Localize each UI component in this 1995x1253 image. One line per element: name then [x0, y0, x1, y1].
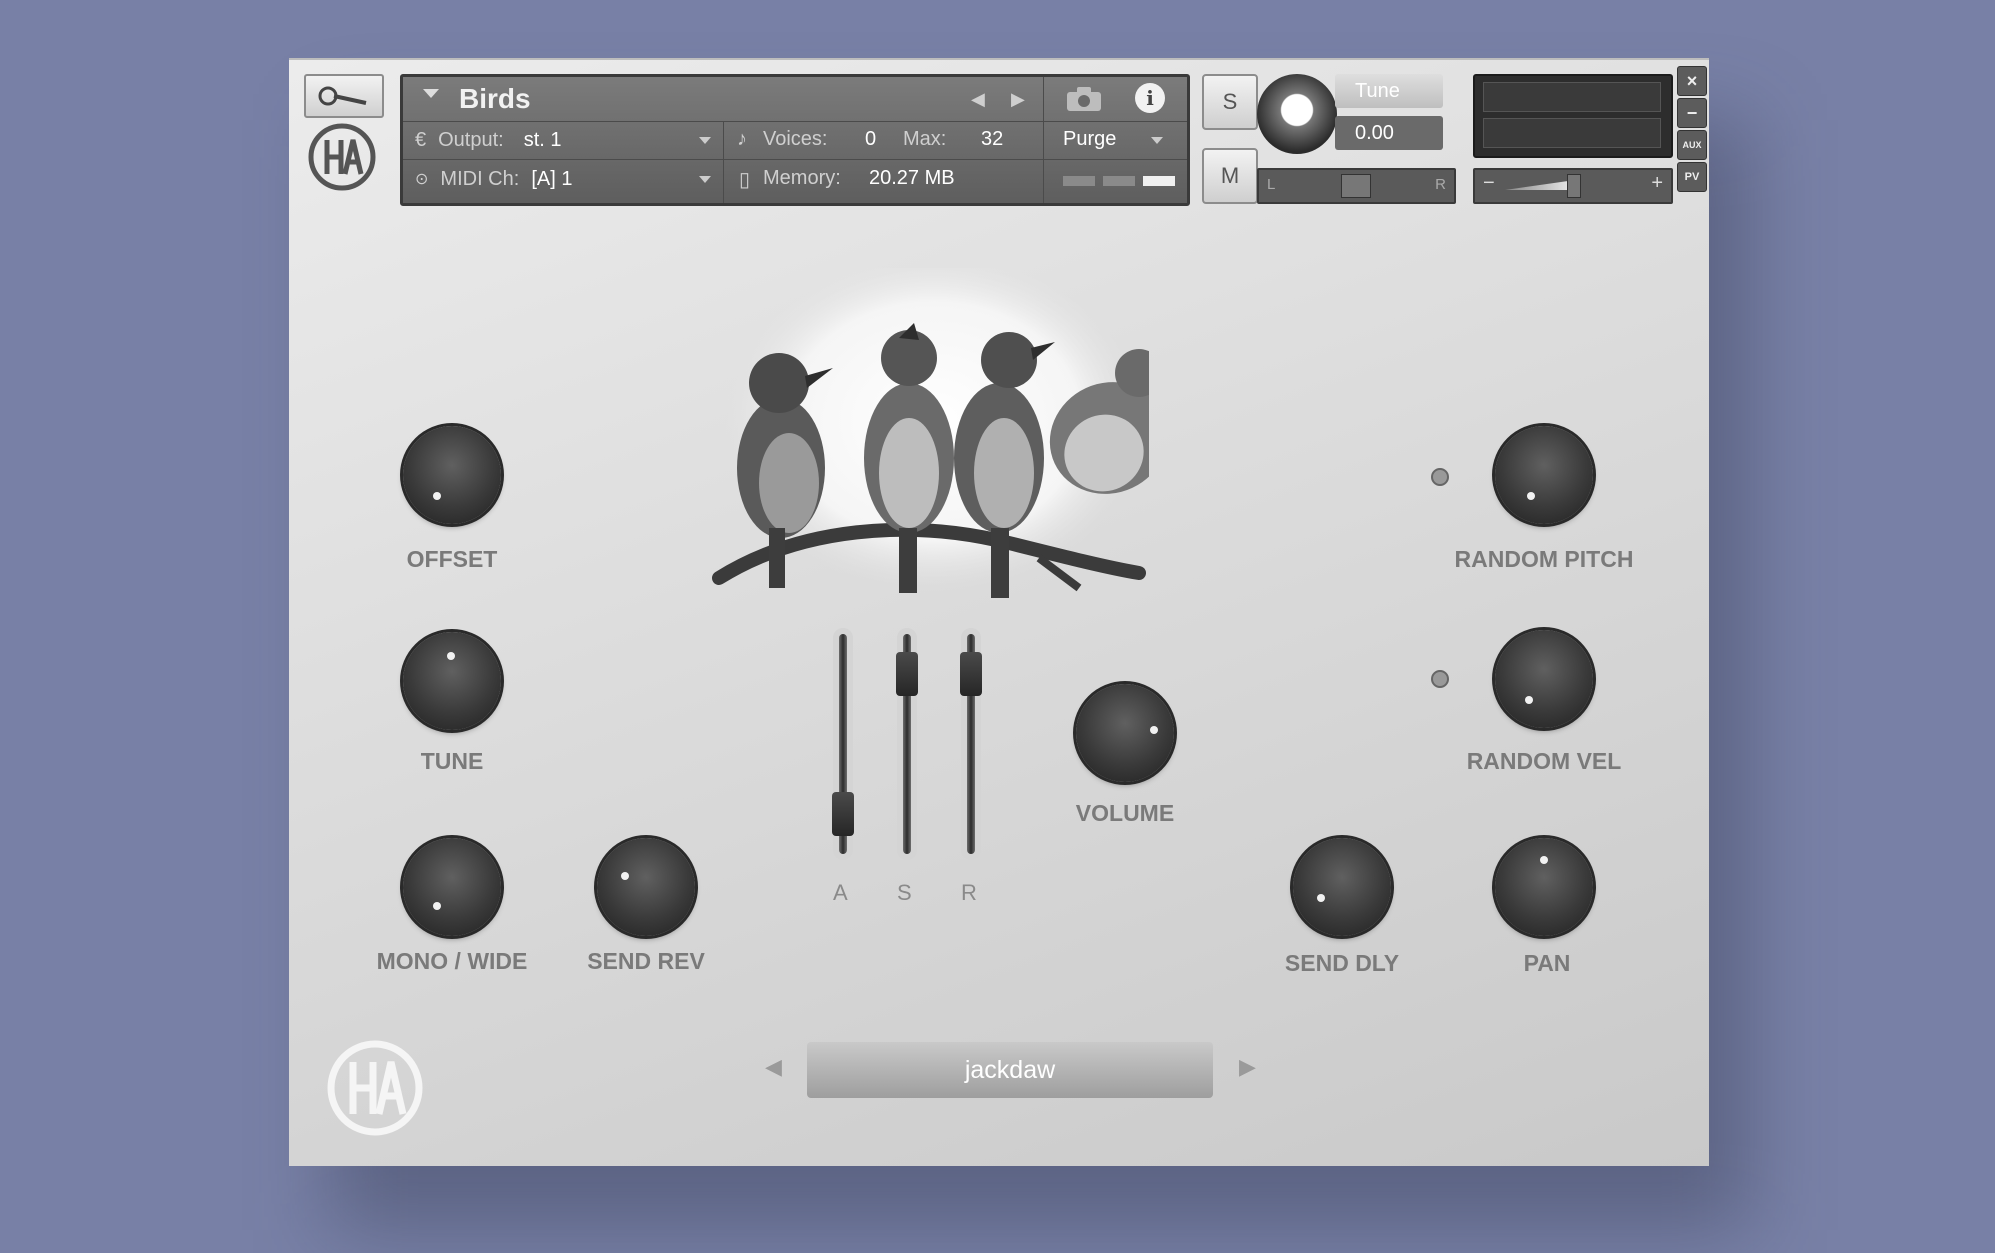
tune-knob[interactable] [403, 632, 501, 730]
voices-icon: ♪ [737, 128, 747, 150]
tune-value[interactable]: 0.00 [1335, 116, 1443, 150]
instrument-header: Birds ◀ ▶ i € Output: st. 1 ♪ Voices: 0 … [400, 74, 1190, 206]
preset-prev-button[interactable]: ◀ [765, 1054, 782, 1080]
output-label: Output: [438, 128, 504, 151]
attack-slider-thumb[interactable] [832, 792, 854, 837]
pan-slider[interactable]: L R [1257, 168, 1456, 204]
preset-display[interactable]: jackdaw [807, 1042, 1213, 1098]
midi-label: MIDI Ch: [440, 167, 520, 190]
purge-dropdown-icon[interactable] [1151, 137, 1163, 144]
midi-icon: ⊙ [415, 171, 429, 188]
voices-value: 0 [865, 128, 877, 150]
output-dropdown-icon[interactable] [699, 137, 711, 144]
send-rev-knob[interactable] [597, 838, 695, 936]
load-indicator-3 [1143, 176, 1175, 186]
random-vel-label: RANDOM VEL [1466, 748, 1622, 774]
output-value[interactable]: st. 1 [524, 129, 562, 152]
title-row: Birds ◀ ▶ i [403, 77, 1187, 203]
tune-knob-header[interactable] [1257, 74, 1337, 154]
level-meter [1473, 74, 1673, 158]
memory-value: 20.27 MB [869, 167, 955, 189]
random-vel-led[interactable] [1431, 670, 1449, 688]
tune-label: Tune [1335, 74, 1443, 108]
sustain-slider-thumb[interactable] [896, 651, 918, 696]
memory-label: Memory: [763, 167, 841, 189]
offset-label: OFFSET [406, 546, 498, 572]
camera-icon[interactable] [1065, 85, 1103, 113]
random-pitch-label: RANDOM PITCH [1454, 546, 1634, 572]
pan-right-label: R [1435, 176, 1446, 193]
collapse-icon[interactable] [423, 89, 439, 98]
voices-label: Voices: [763, 128, 828, 150]
release-slider-thumb[interactable] [960, 651, 982, 696]
offset-knob[interactable] [403, 426, 501, 524]
info-icon[interactable]: i [1135, 83, 1165, 113]
output-icon: € [415, 128, 427, 151]
midi-value[interactable]: [A] 1 [531, 168, 572, 191]
max-label: Max: [903, 128, 947, 150]
pan-thumb[interactable] [1341, 174, 1371, 198]
send-rev-label: SEND REV [587, 948, 705, 974]
volume-knob[interactable] [1076, 684, 1174, 782]
pan-label: PAN [1523, 950, 1571, 976]
volume-plus-label: + [1651, 172, 1663, 194]
brand-logo-large [327, 1040, 423, 1136]
send-dly-label: SEND DLY [1284, 950, 1400, 976]
load-indicator-1 [1063, 176, 1095, 186]
mute-button[interactable]: M [1202, 148, 1258, 204]
prev-instrument-icon[interactable]: ◀ [971, 89, 985, 110]
output-row: € Output: st. 1 ♪ Voices: 0 Max: 32 Purg… [403, 121, 1187, 203]
close-button[interactable]: × [1677, 66, 1707, 96]
aux-button[interactable]: AUX [1677, 130, 1707, 160]
next-instrument-icon[interactable]: ▶ [1011, 89, 1025, 110]
random-pitch-led[interactable] [1431, 468, 1449, 486]
birds-artwork [712, 268, 1149, 598]
instrument-name[interactable]: Birds [459, 83, 531, 115]
max-value[interactable]: 32 [981, 128, 1003, 151]
pan-left-label: L [1267, 176, 1276, 193]
memory-icon: ▯ [739, 169, 751, 191]
release-label: R [961, 880, 977, 905]
sustain-label: S [897, 880, 912, 905]
preset-next-button[interactable]: ▶ [1239, 1054, 1256, 1080]
attack-label: A [833, 880, 848, 905]
solo-button[interactable]: S [1202, 74, 1258, 130]
random-pitch-knob[interactable] [1495, 426, 1593, 524]
pv-button[interactable]: PV [1677, 162, 1707, 192]
volume-label: VOLUME [1075, 800, 1175, 826]
volume-thumb[interactable] [1567, 174, 1581, 198]
volume-minus-label: − [1483, 172, 1495, 194]
wrench-button[interactable] [304, 74, 384, 118]
midi-dropdown-icon[interactable] [699, 176, 711, 183]
load-indicator-2 [1103, 176, 1135, 186]
brand-logo-small [307, 122, 377, 192]
wrench-icon [318, 86, 367, 106]
midi-row: ⊙ MIDI Ch: [A] 1 ▯ Memory: 20.27 MB [403, 160, 1187, 198]
purge-menu[interactable]: Purge [1063, 128, 1116, 151]
instrument-panel: Birds ◀ ▶ i € Output: st. 1 ♪ Voices: 0 … [289, 58, 1709, 1166]
random-vel-knob[interactable] [1495, 630, 1593, 728]
minimize-button[interactable]: − [1677, 98, 1707, 128]
volume-slider-header[interactable]: − + [1473, 168, 1673, 204]
mono-wide-knob[interactable] [403, 838, 501, 936]
pan-knob[interactable] [1495, 838, 1593, 936]
send-dly-knob[interactable] [1293, 838, 1391, 936]
tune-knob-label: TUNE [420, 748, 484, 774]
